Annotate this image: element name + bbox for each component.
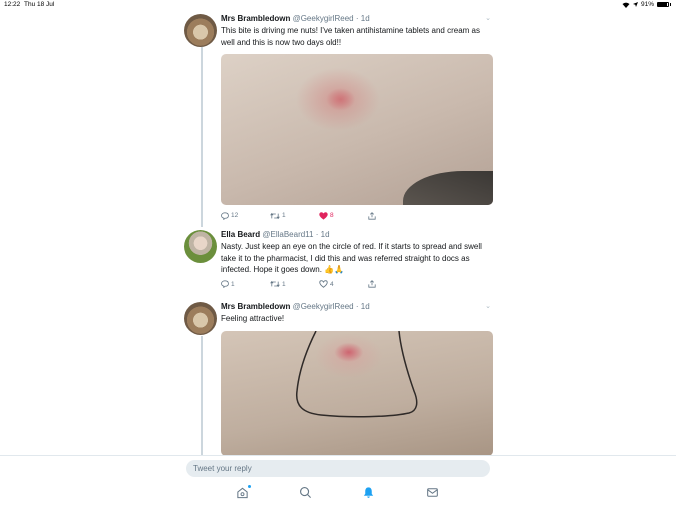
search-icon [300,487,312,499]
retweet-icon [270,280,280,288]
share-icon [368,280,376,288]
like-button[interactable]: 4 [319,280,368,288]
tab-home[interactable] [236,485,251,500]
status-indicators: 91% [622,1,671,8]
unread-dot [248,485,251,488]
tweet-actions: 12 1 8 [221,210,493,221]
retweet-icon [270,212,280,219]
like-count: 8 [330,212,334,219]
avatar[interactable] [184,230,217,263]
tweet-header: Mrs Brambledown @GeekygirlReed · 1d [221,14,493,24]
reply-icon [221,280,229,288]
messages-icon [427,488,438,497]
tweet-time: · 1d [355,14,370,23]
tweet-text: This bite is driving me nuts! I've taken… [221,26,480,47]
author-handle[interactable]: @EllaBeard11 [262,230,313,239]
tweet-text: Feeling attractive! [221,314,285,323]
status-time: 12:22 [4,1,21,8]
author-handle[interactable]: @GeekygirlReed [293,302,354,311]
status-date: Thu 18 Jul [24,1,55,8]
tweet-header: Ella Beard @EllaBeard11 · 1d [221,230,493,240]
author-handle[interactable]: @GeekygirlReed [293,14,354,23]
retweet-count: 1 [282,280,286,288]
thread-line [201,47,203,227]
reply-button[interactable]: 1 [221,280,270,288]
chevron-down-icon[interactable]: ⌄ [485,302,491,310]
reply-count: 12 [231,212,239,219]
like-count: 4 [330,280,334,288]
reply-button[interactable]: 12 [221,211,270,220]
tweet-photo[interactable] [221,330,493,456]
wifi-icon [622,2,630,8]
notifications-icon [363,487,374,498]
author-name[interactable]: Ella Beard [221,230,260,239]
battery-percent: 91% [640,1,654,8]
tweet-header: Mrs Brambledown @GeekygirlReed · 1d [221,302,493,312]
retweet-button[interactable]: 1 [270,280,319,288]
reply-input[interactable] [186,460,490,477]
tab-bar [0,485,676,502]
retweet-count: 1 [282,212,286,219]
share-button[interactable] [368,280,417,288]
reply-count: 1 [231,280,235,288]
tweet-time: · 1d [355,302,370,311]
chevron-down-icon[interactable]: ⌄ [485,14,491,22]
tab-search[interactable] [299,486,313,500]
author-name[interactable]: Mrs Brambledown [221,302,290,311]
tweet-actions: 1 1 4 [221,279,493,290]
reply-icon [221,211,229,220]
avatar[interactable] [184,14,217,47]
retweet-button[interactable]: 1 [270,212,319,220]
tab-notifications[interactable] [362,486,376,500]
share-icon [368,211,376,220]
tweet-text: Nasty. Just keep an eye on the circle of… [221,242,482,274]
share-button[interactable] [368,211,417,220]
heart-outline-icon [319,280,328,288]
battery-icon [657,2,669,7]
tweet-photo[interactable] [221,54,493,205]
like-button[interactable]: 8 [319,211,368,220]
divider [0,455,676,456]
thread-line [201,336,203,456]
home-icon [237,487,248,499]
tab-messages[interactable] [426,486,440,500]
heart-icon [319,211,328,220]
author-name[interactable]: Mrs Brambledown [221,14,290,23]
location-icon [632,2,638,7]
status-bar: 12:22 Thu 18 Jul 91% [0,0,676,10]
avatar[interactable] [184,302,217,335]
tweet-time: · 1d [315,230,330,239]
